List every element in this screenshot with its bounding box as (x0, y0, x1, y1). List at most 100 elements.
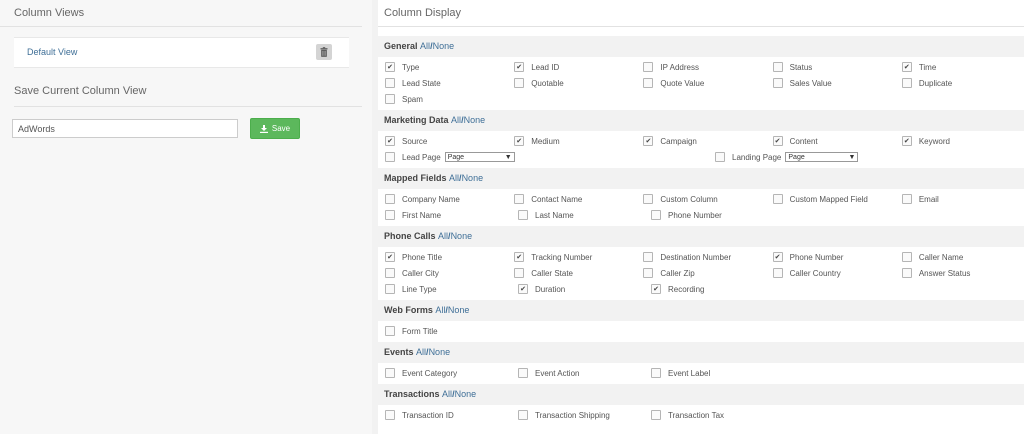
destination-number-checkbox[interactable] (643, 252, 654, 262)
caller-zip-checkbox[interactable] (643, 268, 654, 278)
section-webforms-none[interactable]: None (448, 305, 470, 315)
keyword-checkbox[interactable]: ✔ (901, 136, 912, 146)
section-events-none[interactable]: None (429, 347, 451, 357)
caller-country-checkbox[interactable] (772, 268, 783, 278)
last-name-label: Last Name (535, 210, 574, 220)
lead-page-select-value: Page (447, 153, 465, 161)
duration-checkbox[interactable]: ✔ (518, 284, 528, 294)
custom-column-checkbox[interactable] (643, 194, 654, 204)
save-button[interactable]: Save (250, 118, 300, 139)
section-marketing-none[interactable]: None (464, 115, 486, 125)
default-view-link[interactable]: Default View (27, 47, 77, 57)
column-option-phone-number: Phone Number (644, 207, 777, 223)
check-icon: ✔ (903, 63, 910, 71)
campaign-checkbox[interactable]: ✔ (643, 136, 654, 146)
caller-state-label: Caller State (531, 268, 573, 278)
section-mapped-all[interactable]: All (449, 173, 459, 183)
type-checkbox[interactable]: ✔ (385, 62, 395, 72)
caller-name-checkbox[interactable] (901, 252, 912, 262)
section-general-all[interactable]: All (420, 41, 430, 51)
section-general-none[interactable]: None (433, 41, 455, 51)
line-type-label: Line Type (402, 284, 437, 294)
lead-state-checkbox[interactable] (385, 78, 395, 88)
company-name-checkbox[interactable] (385, 194, 395, 204)
phone-title-checkbox[interactable]: ✔ (385, 252, 395, 262)
section-phone-none[interactable]: None (451, 231, 473, 241)
status-checkbox[interactable] (772, 62, 783, 72)
transaction-id-checkbox[interactable] (385, 410, 395, 420)
contact-name-checkbox[interactable] (514, 194, 525, 204)
lead-page-select[interactable]: Page ▼ (444, 152, 515, 162)
line-type-checkbox[interactable] (385, 284, 395, 294)
form-title-label: Form Title (402, 326, 438, 336)
section-events-all[interactable]: All (416, 347, 426, 357)
medium-label: Medium (531, 136, 560, 146)
delete-view-button[interactable] (316, 44, 332, 60)
quote-value-label: Quote Value (660, 78, 705, 88)
column-views-panel: Column Views Default View Save Current C… (0, 0, 372, 434)
duplicate-checkbox[interactable] (901, 78, 912, 88)
column-option-medium: ✔ Medium (507, 133, 636, 149)
recording-checkbox[interactable]: ✔ (651, 284, 661, 294)
column-display-title: Column Display (378, 0, 1024, 27)
section-transactions-none[interactable]: None (455, 389, 477, 399)
medium-checkbox[interactable]: ✔ (514, 136, 525, 146)
first-name-checkbox[interactable] (385, 210, 395, 220)
section-webforms-name: Web Forms (384, 305, 433, 315)
section-webforms-grid: Form Title (378, 321, 1024, 342)
transaction-tax-checkbox[interactable] (651, 410, 661, 420)
section-marketing-name: Marketing Data (384, 115, 449, 125)
check-icon: ✔ (516, 253, 523, 261)
column-option-time: ✔ Time (895, 59, 1024, 75)
ip-address-checkbox[interactable] (643, 62, 654, 72)
section-marketing-all[interactable]: All (451, 115, 461, 125)
tracking-number-checkbox[interactable]: ✔ (514, 252, 525, 262)
transaction-shipping-label: Transaction Shipping (535, 410, 610, 420)
caller-country-label: Caller Country (789, 268, 841, 278)
lead-page-checkbox[interactable] (385, 152, 395, 162)
quotable-label: Quotable (531, 78, 564, 88)
column-option-event-category: Event Category (378, 365, 511, 381)
trash-icon (320, 47, 328, 57)
landing-page-checkbox[interactable] (715, 152, 725, 162)
marketing-page-row: Lead Page Page ▼ Landing Page Page ▼ (378, 149, 1024, 165)
spam-checkbox[interactable] (385, 94, 395, 104)
landing-page-select[interactable]: Page ▼ (785, 152, 859, 162)
view-name-input[interactable] (12, 119, 238, 138)
section-mapped-none[interactable]: None (462, 173, 484, 183)
section-general-grid: ✔ Type ✔ Lead ID IP Address Status ✔ Time Lead S… (378, 57, 1024, 110)
column-option-recording: ✔ Recording (644, 281, 777, 297)
event-action-label: Event Action (535, 368, 580, 378)
quotable-checkbox[interactable] (514, 78, 525, 88)
last-name-checkbox[interactable] (518, 210, 528, 220)
phone-number-label: Phone Number (668, 210, 722, 220)
custom-mapped-field-checkbox[interactable] (772, 194, 783, 204)
section-phone-all[interactable]: All (438, 231, 448, 241)
caller-state-checkbox[interactable] (514, 268, 525, 278)
source-checkbox[interactable]: ✔ (385, 136, 395, 146)
phone-number-checkbox[interactable]: ✔ (772, 252, 783, 262)
sales-value-checkbox[interactable] (772, 78, 783, 88)
quote-value-checkbox[interactable] (643, 78, 654, 88)
caller-city-checkbox[interactable] (385, 268, 395, 278)
transaction-shipping-checkbox[interactable] (518, 410, 528, 420)
section-mapped-grid: Company Name Contact Name Custom Column Cus… (378, 189, 1024, 226)
phone-number-checkbox[interactable] (651, 210, 661, 220)
content-checkbox[interactable]: ✔ (772, 136, 783, 146)
event-label-checkbox[interactable] (651, 368, 661, 378)
caller-name-label: Caller Name (918, 252, 964, 262)
source-label: Source (402, 136, 428, 146)
check-icon: ✔ (516, 137, 523, 145)
form-title-checkbox[interactable] (385, 326, 395, 336)
column-option-source: ✔ Source (378, 133, 507, 149)
column-option-caller-city: Caller City (378, 265, 507, 281)
lead-id-checkbox[interactable]: ✔ (514, 62, 525, 72)
event-category-checkbox[interactable] (385, 368, 395, 378)
section-transactions-all[interactable]: All (442, 389, 452, 399)
email-checkbox[interactable] (901, 194, 912, 204)
time-checkbox[interactable]: ✔ (901, 62, 912, 72)
event-action-checkbox[interactable] (518, 368, 528, 378)
sales-value-label: Sales Value (789, 78, 832, 88)
section-webforms-all[interactable]: All (435, 305, 445, 315)
answer-status-checkbox[interactable] (901, 268, 912, 278)
